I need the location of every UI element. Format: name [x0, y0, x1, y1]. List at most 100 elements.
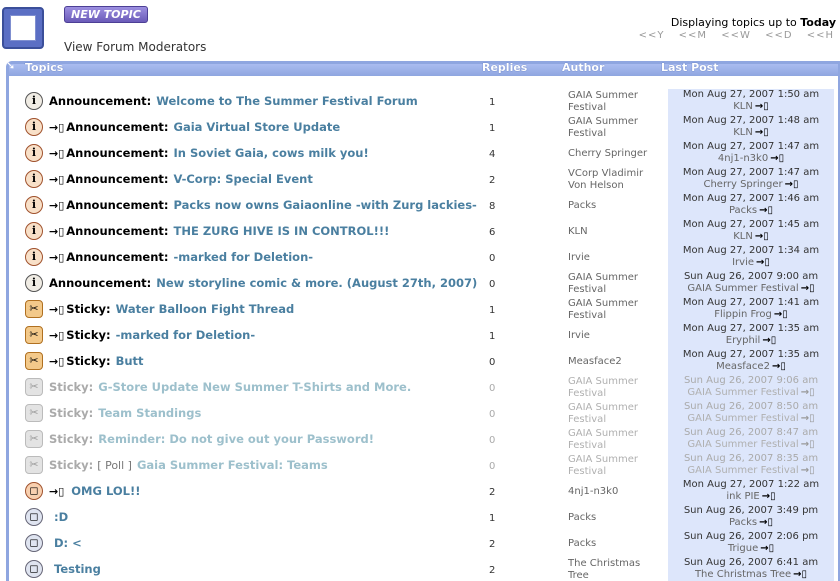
goto-last-post-icon[interactable]: →▯ — [801, 387, 815, 398]
topic-link[interactable]: THE ZURG HIVE IS IN CONTROL!!! — [174, 224, 390, 238]
last-post-user[interactable]: GAIA Summer Festival — [687, 387, 798, 398]
topic-author[interactable]: GAIA Summer Festival — [568, 454, 663, 478]
topic-link[interactable]: V-Corp: Special Event — [174, 172, 313, 186]
header-last-post[interactable]: Last Post — [661, 61, 719, 74]
topic-link[interactable]: D: < — [54, 536, 82, 550]
topic-link[interactable]: :D — [54, 510, 68, 524]
nav-week-link[interactable]: <<W — [721, 30, 751, 41]
last-post-user[interactable]: Packs — [729, 205, 757, 216]
newest-post-icon[interactable]: →▯ — [49, 303, 64, 316]
topic-link[interactable]: In Soviet Gaia, cows milk you! — [174, 146, 369, 160]
topic-link[interactable]: Water Balloon Fight Thread — [116, 302, 295, 316]
goto-last-post-icon[interactable]: →▯ — [755, 231, 769, 242]
newest-post-icon[interactable]: →▯ — [49, 485, 64, 498]
last-post-user[interactable]: Trigue — [728, 543, 758, 554]
topic-link[interactable]: OMG LOL!! — [71, 484, 140, 498]
goto-last-post-icon[interactable]: →▯ — [801, 439, 815, 450]
last-post-user[interactable]: GAIA Summer Festival — [687, 439, 798, 450]
newest-post-icon[interactable]: →▯ — [49, 121, 64, 134]
topic-author[interactable]: Packs — [568, 538, 663, 550]
last-post-user[interactable]: KLN — [733, 231, 753, 242]
goto-last-post-icon[interactable]: →▯ — [772, 361, 786, 372]
header-topics[interactable]: Topics — [25, 61, 63, 74]
topic-author[interactable]: Irvie — [568, 252, 663, 264]
topic-link[interactable]: Reminder: Do not give out your Password! — [98, 432, 374, 446]
topic-link[interactable]: New storyline comic & more. (August 27th… — [156, 276, 477, 290]
topic-link[interactable]: G-Store Update New Summer T-Shirts and M… — [98, 380, 411, 394]
topic-author[interactable]: The Christmas Tree — [568, 558, 663, 581]
header-author[interactable]: Author — [562, 61, 604, 74]
topic-author[interactable]: Measface2 — [568, 356, 663, 368]
newest-post-icon[interactable]: →▯ — [49, 225, 64, 238]
newest-post-icon[interactable]: →▯ — [49, 199, 64, 212]
nav-year-link[interactable]: <<Y — [639, 30, 665, 41]
last-post-user[interactable]: KLN — [733, 127, 753, 138]
topic-link[interactable]: Welcome to The Summer Festival Forum — [156, 94, 417, 108]
newest-post-icon[interactable]: →▯ — [49, 251, 64, 264]
topic-author[interactable]: GAIA Summer Festival — [568, 402, 663, 426]
last-post-user[interactable]: Cherry Springer — [703, 179, 782, 190]
topic-link[interactable]: -marked for Deletion- — [116, 328, 256, 342]
goto-last-post-icon[interactable]: →▯ — [762, 491, 776, 502]
topic-link[interactable]: Gaia Virtual Store Update — [174, 120, 341, 134]
topic-author[interactable]: GAIA Summer Festival — [568, 298, 663, 322]
topic-link[interactable]: Butt — [116, 354, 144, 368]
goto-last-post-icon[interactable]: →▯ — [756, 257, 770, 268]
goto-last-post-icon[interactable]: →▯ — [785, 179, 799, 190]
goto-last-post-icon[interactable]: →▯ — [759, 517, 773, 528]
topic-author[interactable]: GAIA Summer Festival — [568, 116, 663, 140]
topic-link[interactable]: Testing — [54, 562, 101, 576]
last-post-user[interactable]: Flippin Frog — [714, 309, 772, 320]
last-post-user[interactable]: 4nj1-n3k0 — [718, 153, 768, 164]
goto-last-post-icon[interactable]: →▯ — [762, 335, 776, 346]
last-post-user[interactable]: ink PIE — [726, 491, 759, 502]
last-post-user[interactable]: Measface2 — [716, 361, 770, 372]
nav-day-link[interactable]: <<D — [765, 30, 792, 41]
header-replies[interactable]: Replies — [482, 61, 527, 74]
topic-author[interactable]: GAIA Summer Festival — [568, 272, 663, 296]
nav-hour-link[interactable]: <<H — [807, 30, 834, 41]
topic-author[interactable]: Packs — [568, 512, 663, 524]
topic-link[interactable]: Team Standings — [98, 406, 201, 420]
last-post-user[interactable]: GAIA Summer Festival — [687, 413, 798, 424]
goto-last-post-icon[interactable]: →▯ — [774, 309, 788, 320]
last-post-user[interactable]: Irvie — [732, 257, 754, 268]
new-topic-button[interactable]: NEW TOPIC — [64, 6, 148, 23]
goto-last-post-icon[interactable]: →▯ — [801, 413, 815, 424]
topic-link[interactable]: -marked for Deletion- — [174, 250, 314, 264]
nav-month-link[interactable]: <<M — [679, 30, 707, 41]
newest-post-icon[interactable]: →▯ — [49, 173, 64, 186]
last-post-user[interactable]: GAIA Summer Festival — [687, 465, 798, 476]
info-new-icon: i — [25, 248, 43, 266]
last-post-user[interactable]: Packs — [729, 517, 757, 528]
last-post-user-line: Cherry Springer →▯ — [668, 179, 834, 191]
topic-author[interactable]: Packs — [568, 200, 663, 212]
goto-last-post-icon[interactable]: →▯ — [755, 101, 769, 112]
goto-last-post-icon[interactable]: →▯ — [801, 465, 815, 476]
topic-author[interactable]: KLN — [568, 226, 663, 238]
table-row: ✂ Sticky:[ Poll ] Gaia Summer Festival: Te… — [23, 453, 840, 479]
topic-author[interactable]: GAIA Summer Festival — [568, 428, 663, 452]
topic-link[interactable]: Gaia Summer Festival: Teams — [137, 458, 328, 472]
topic-author[interactable]: Cherry Springer — [568, 148, 663, 160]
last-post-user[interactable]: The Christmas Tree — [695, 569, 791, 580]
goto-last-post-icon[interactable]: →▯ — [760, 543, 774, 554]
newest-post-icon[interactable]: →▯ — [49, 329, 64, 342]
goto-last-post-icon[interactable]: →▯ — [770, 153, 784, 164]
goto-last-post-icon[interactable]: →▯ — [801, 283, 815, 294]
last-post-user[interactable]: Eryphil — [726, 335, 761, 346]
topic-author[interactable]: 4nj1-n3k0 — [568, 486, 663, 498]
goto-last-post-icon[interactable]: →▯ — [793, 569, 807, 580]
goto-last-post-icon[interactable]: →▯ — [759, 205, 773, 216]
topic-author[interactable]: GAIA Summer Festival — [568, 376, 663, 400]
newest-post-icon[interactable]: →▯ — [49, 355, 64, 368]
topic-author[interactable]: GAIA Summer Festival — [568, 90, 663, 114]
topic-author[interactable]: VCorp Vladimir Von Helson — [568, 168, 663, 192]
goto-last-post-icon[interactable]: →▯ — [755, 127, 769, 138]
newest-post-icon[interactable]: →▯ — [49, 147, 64, 160]
last-post-user[interactable]: GAIA Summer Festival — [687, 283, 798, 294]
last-post-user[interactable]: KLN — [733, 101, 753, 112]
topic-link[interactable]: Packs now owns Gaiaonline -with Zurg lac… — [174, 198, 477, 212]
topic-author[interactable]: Irvie — [568, 330, 663, 342]
view-moderators-link[interactable]: View Forum Moderators — [64, 40, 206, 54]
